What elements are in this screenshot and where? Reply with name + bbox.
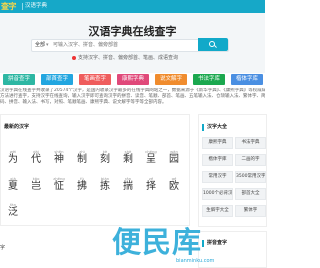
section-accent [202, 240, 204, 247]
dictionary-link[interactable]: 楷体字库 [202, 154, 233, 166]
dictionary-link[interactable]: 康熙字典 [202, 137, 233, 149]
dictionary-title: 汉字大全 [207, 124, 228, 130]
char-card[interactable]: wèi 为 [1, 149, 25, 171]
dictionary-link[interactable]: 常用汉字 [202, 171, 233, 183]
dictionary-link[interactable]: 1000个必背汉字 [202, 188, 233, 200]
category-button-shuowen[interactable]: 说文解字 [155, 74, 187, 85]
char-glyph: 刻 [100, 154, 110, 165]
search-button[interactable] [198, 38, 228, 51]
char-card[interactable]: fú 拂 [70, 176, 94, 198]
watermark-url: bianminku.com [176, 258, 215, 264]
category-button-bushou[interactable]: 部首查字 [41, 74, 73, 85]
char-card[interactable]: shēn 神 [47, 149, 71, 171]
dictionary-header: 汉字大全 [199, 123, 266, 133]
category-button-kangxi[interactable]: 康熙字典 [117, 74, 149, 85]
dictionary-link[interactable]: 繁体字 [235, 205, 266, 217]
char-card[interactable]: xià 夏 [1, 176, 25, 198]
section-accent [202, 124, 204, 131]
intro-line: 码、拼音、输入法、书写，对照、笔顺笔画、康熙字典、说文解字等字等全部内容。 [0, 100, 167, 105]
char-card[interactable]: zhēng 怔 [47, 176, 71, 198]
char-glyph: 择 [146, 181, 156, 192]
latest-chars-panel: 最新的汉字 wèi 为 dài 代 shēn 神 zhì 制 kè 刻 shè 剩 chén… [0, 114, 190, 226]
search-hint: 支持汉字、拼音、偏旁部首、笔画、成语查询 [78, 55, 179, 61]
char-glyph: 怔 [54, 181, 64, 192]
dictionary-link[interactable]: 书法字典 [235, 137, 266, 149]
char-card[interactable]: zé 择 [139, 176, 163, 198]
char-card[interactable]: wǎn 园 [162, 149, 186, 171]
char-card[interactable]: zhì 制 [70, 149, 94, 171]
char-card[interactable]: kǎo 岂 [24, 176, 48, 198]
watermark-logo: 便民库 [112, 225, 203, 259]
char-card[interactable]: chéng 呈 [139, 149, 163, 171]
latest-chars-title: 最新的汉字 [4, 124, 30, 130]
char-glyph: 制 [77, 154, 87, 165]
char-glyph: 剩 [123, 154, 133, 165]
category-nav: 拼音查字 部首查字 笔画查字 康熙字典 说文解字 书法字库 楷体字库 [0, 73, 265, 87]
char-glyph: 揣 [123, 181, 133, 192]
char-card[interactable]: kè 刻 [93, 149, 117, 171]
dictionary-link[interactable]: 部首大全 [235, 188, 266, 200]
char-glyph: 拂 [77, 181, 87, 192]
char-glyph: 拣 [100, 181, 110, 192]
char-glyph: 泛 [8, 207, 18, 218]
char-card[interactable]: fàn 泛 [1, 202, 25, 224]
logo-divider [22, 3, 23, 10]
info-icon [72, 56, 76, 60]
char-glyph: 园 [169, 154, 179, 165]
char-glyph: 夏 [8, 181, 18, 192]
site-subtitle: 汉语字典 [25, 3, 48, 9]
category-button-pinyin[interactable]: 拼音查字 [3, 74, 35, 85]
search-hero: 汉语字典在线查字 全部 ▾ 支持汉字、拼音、偏旁部首、笔画、成语查询 [0, 13, 265, 73]
intro-text: 汉语字典在线查字共收录了20574个汉字，是国内收录汉字最多的在线字典网站之一，… [0, 88, 265, 106]
char-glyph: 神 [54, 154, 64, 165]
chevron-down-icon[interactable]: ▾ [46, 42, 49, 49]
char-glyph: 岂 [31, 181, 41, 192]
category-button-kaiti[interactable]: 楷体字库 [231, 74, 263, 85]
search-scope-select[interactable]: 全部 [35, 42, 45, 49]
pinyin-header: 拼音查字 [199, 239, 266, 249]
dictionary-link[interactable]: 二画的字 [235, 154, 266, 166]
char-card[interactable]: biàn 拣 [93, 176, 117, 198]
char-glyph: 呈 [146, 154, 156, 165]
top-navigation-bar: 查字 汉语字典 [0, 0, 265, 13]
dictionary-link[interactable]: 生僻字大全 [202, 205, 233, 217]
site-logo[interactable]: 查字 [1, 1, 17, 12]
char-glyph: 欧 [169, 181, 179, 192]
char-glyph: 代 [31, 154, 41, 165]
char-glyph: 为 [8, 154, 18, 165]
category-button-shufa[interactable]: 书法字库 [193, 74, 225, 85]
pinyin-title: 拼音查字 [207, 240, 228, 246]
search-icon-handle [214, 45, 217, 48]
char-card[interactable]: shè 剩 [116, 149, 140, 171]
dictionary-panel: 汉字大全 康熙字典 书法字典 楷体字库 二画的字 常用汉字 3500常用汉字 1… [198, 114, 267, 227]
section-label: 字 [0, 245, 6, 251]
dictionary-link[interactable]: 3500常用汉字 [235, 171, 266, 183]
search-input[interactable] [53, 41, 203, 49]
char-card[interactable]: dài 代 [24, 149, 48, 171]
char-card[interactable]: rǎn 揣 [116, 176, 140, 198]
char-card[interactable]: gé 欧 [162, 176, 186, 198]
page-title: 汉语字典在线查字 [88, 25, 177, 38]
category-button-bihua[interactable]: 笔画查字 [79, 74, 111, 85]
